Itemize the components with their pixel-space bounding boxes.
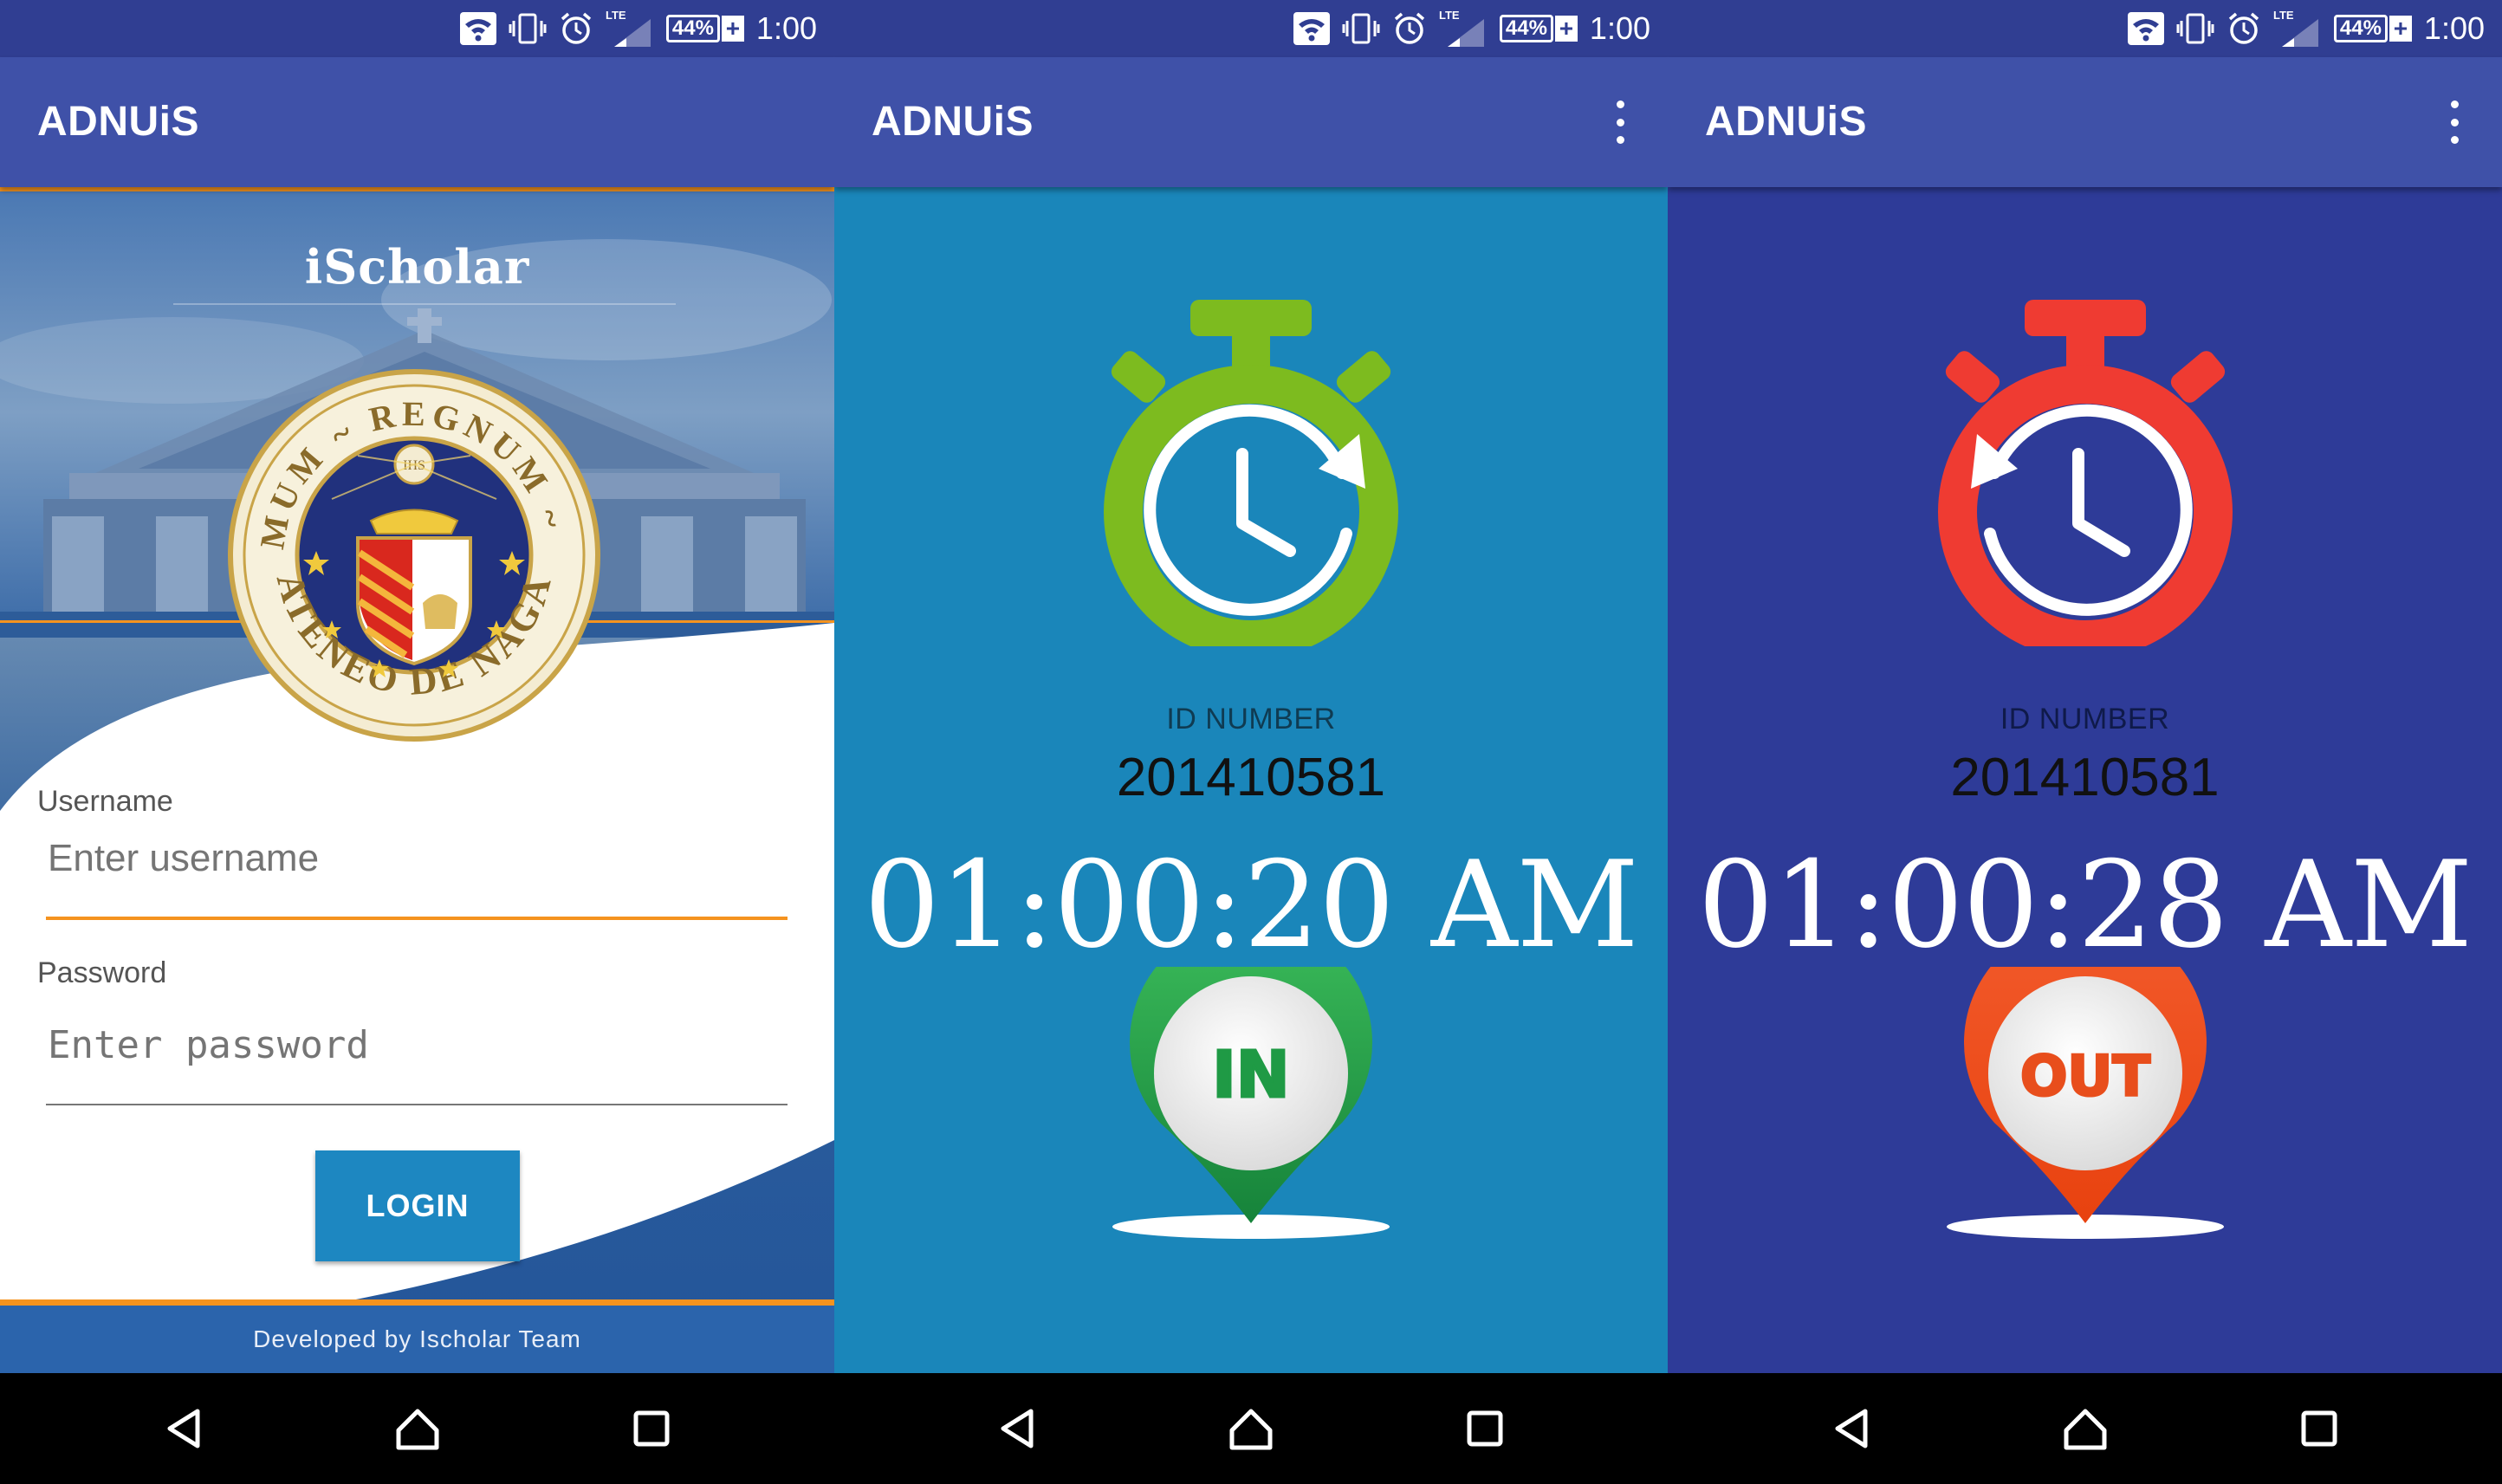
recents-square-icon — [1467, 1410, 1503, 1447]
status-bar: LTE 44% + 1:00 — [834, 0, 1668, 57]
ateneo-seal-logo: PRIMUM ~ REGNUM ~ DEI ATENEO DE NAGA IHS — [228, 369, 600, 742]
battery-level: 44% — [1499, 15, 1553, 42]
charging-indicator: + — [721, 16, 744, 42]
alarm-icon — [1392, 11, 1427, 46]
login-button[interactable]: LOGIN — [315, 1150, 520, 1261]
app-bar: ADNUiS — [1668, 57, 2502, 187]
overflow-menu-icon[interactable] — [2441, 100, 2467, 144]
screenshot-collage: LTE 44% + 1:00 ADNUiS iScholar MUM ~ REG… — [0, 0, 2502, 1484]
home-icon — [396, 1409, 438, 1450]
time-out-button[interactable]: OUT — [1668, 967, 2502, 1261]
wifi-icon — [459, 12, 496, 45]
username-input[interactable] — [46, 828, 789, 889]
back-triangle-icon — [1835, 1409, 1867, 1448]
wifi-icon — [2127, 12, 2164, 45]
app-title: ADNUiS — [1705, 99, 1868, 145]
password-underline — [46, 1104, 788, 1105]
alarm-icon — [559, 11, 593, 46]
time-out-screen: LTE 44% + 1:00 ADNUiS ID NUMBER 20141058… — [1668, 0, 2502, 1484]
back-button[interactable] — [900, 1373, 1134, 1484]
app-bar: ADNUiS — [834, 57, 1668, 187]
battery-icon: 44% + — [2333, 15, 2412, 42]
hero-background: iScholar PRIMUM ~ REGNUM ~ DEI ATENEO DE… — [0, 187, 834, 1373]
back-button[interactable] — [1734, 1373, 1968, 1484]
recents-button[interactable] — [2202, 1373, 2436, 1484]
lte-signal-icon: LTE — [2273, 9, 2322, 49]
password-label: Password — [37, 956, 167, 989]
battery-icon: 44% + — [665, 15, 744, 42]
overflow-menu-icon[interactable] — [1607, 100, 1633, 144]
stopwatch-red-icon — [1668, 300, 2502, 646]
back-button[interactable] — [67, 1373, 301, 1484]
status-bar: LTE 44% + 1:00 — [1668, 0, 2502, 57]
id-number-label: ID NUMBER — [2000, 703, 2170, 736]
app-title: ADNUiS — [872, 99, 1034, 145]
charging-indicator: + — [2389, 16, 2412, 42]
username-underline — [46, 917, 788, 920]
time-out-display: 01:00:28 AM — [1697, 835, 2473, 975]
id-number-value: 201410581 — [1116, 748, 1386, 807]
recents-square-icon — [2301, 1410, 2337, 1447]
password-input[interactable] — [46, 1014, 789, 1075]
in-label: IN — [1212, 1038, 1289, 1112]
battery-level: 44% — [665, 15, 720, 42]
battery-icon: 44% + — [1499, 15, 1578, 42]
accent-stripe — [0, 187, 834, 191]
back-triangle-icon — [1001, 1409, 1034, 1448]
navigation-bar — [834, 1373, 1668, 1484]
recents-square-icon — [633, 1410, 669, 1447]
alarm-icon — [2227, 11, 2261, 46]
time-in-display: 01:00:20 AM — [864, 835, 1639, 975]
charging-indicator: + — [1554, 16, 1578, 42]
brand-divider — [173, 303, 676, 305]
login-screen: LTE 44% + 1:00 ADNUiS iScholar MUM ~ REG… — [0, 0, 834, 1484]
status-bar: LTE 44% + 1:00 — [0, 0, 834, 57]
wifi-icon — [1293, 12, 1330, 45]
vibrate-icon — [509, 12, 547, 45]
clock-time: 1:00 — [2423, 10, 2485, 46]
app-bar: ADNUiS — [0, 57, 834, 187]
home-button[interactable] — [1968, 1373, 2202, 1484]
app-title: ADNUiS — [37, 99, 200, 145]
home-button[interactable] — [1134, 1373, 1368, 1484]
time-in-content: ID NUMBER 201410581 01:00:20 AM IN — [834, 187, 1668, 1373]
home-icon — [2064, 1409, 2106, 1450]
stopwatch-green-icon — [834, 300, 1668, 646]
navigation-bar — [1668, 1373, 2502, 1484]
clock-time: 1:00 — [755, 10, 817, 46]
vibrate-icon — [2176, 12, 2214, 45]
svg-text:LTE: LTE — [2273, 9, 2294, 22]
svg-text:LTE: LTE — [1439, 9, 1460, 22]
svg-text:IHS: IHS — [403, 458, 425, 473]
time-in-button[interactable]: IN — [834, 967, 1668, 1261]
clock-time: 1:00 — [1589, 10, 1650, 46]
svg-text:LTE: LTE — [606, 9, 626, 22]
brand-title: iScholar — [304, 239, 530, 295]
navigation-bar — [0, 1373, 834, 1484]
out-label: OUT — [2019, 1045, 2149, 1109]
recents-button[interactable] — [535, 1373, 768, 1484]
login-content: iScholar PRIMUM ~ REGNUM ~ DEI ATENEO DE… — [0, 187, 834, 1373]
lte-signal-icon: LTE — [606, 9, 654, 49]
username-label: Username — [37, 785, 173, 818]
recents-button[interactable] — [1368, 1373, 1602, 1484]
lte-signal-icon: LTE — [1439, 9, 1488, 49]
footer-credit: Developed by Ischolar Team — [0, 1299, 834, 1373]
vibrate-icon — [1342, 12, 1380, 45]
back-triangle-icon — [167, 1409, 199, 1448]
battery-level: 44% — [2333, 15, 2388, 42]
home-icon — [1229, 1409, 1273, 1450]
time-out-content: ID NUMBER 201410581 01:00:28 AM OUT — [1668, 187, 2502, 1373]
home-button[interactable] — [301, 1373, 535, 1484]
time-in-screen: LTE 44% + 1:00 ADNUiS ID NUMBER 20141058… — [834, 0, 1668, 1484]
id-number-label: ID NUMBER — [1166, 703, 1336, 736]
id-number-value: 201410581 — [1950, 748, 2220, 807]
